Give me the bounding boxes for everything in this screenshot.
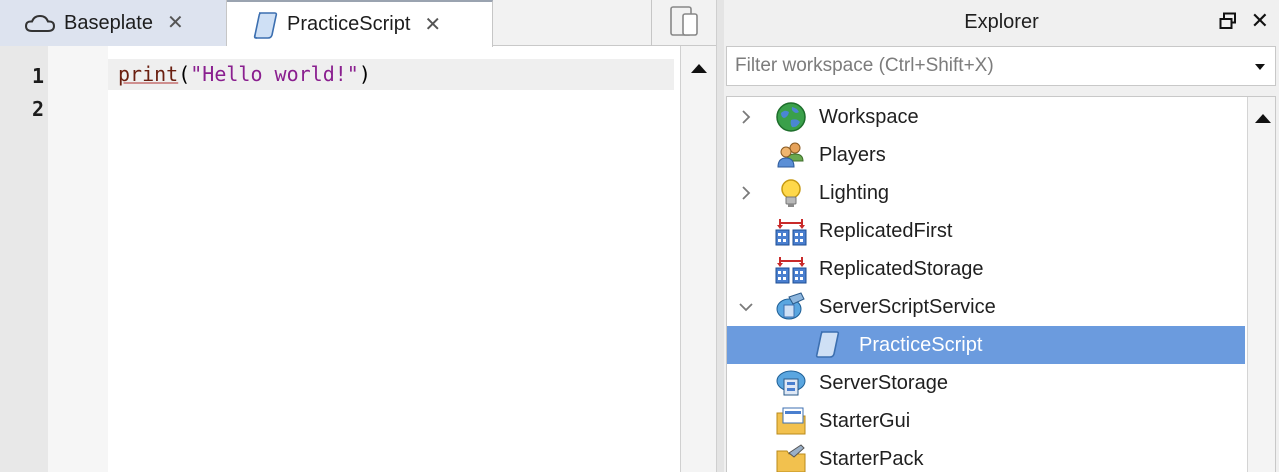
tree-item-startergui[interactable]: StarterGui <box>727 402 1245 440</box>
code-token-paren: ) <box>358 62 371 86</box>
chevron-right-icon[interactable] <box>737 184 755 202</box>
tree-item-lighting[interactable]: Lighting <box>727 174 1245 212</box>
explorer-panel: Explorer ✕ Workspace Players Lighting Repli… <box>724 0 1279 472</box>
explorer-tree: Workspace Players Lighting ReplicatedFirst R… <box>726 96 1276 472</box>
cloud-icon <box>24 12 56 34</box>
tree-item-label: ServerStorage <box>819 372 948 394</box>
tree-item-label: PracticeScript <box>859 334 983 356</box>
code-token-paren: ( <box>178 62 191 86</box>
server-script-icon <box>775 291 807 323</box>
pane-splitter[interactable] <box>716 0 724 472</box>
device-emulator-button[interactable] <box>651 0 716 46</box>
filter-input[interactable] <box>727 54 1237 78</box>
replicated-icon <box>775 215 807 247</box>
line-number-gutter: 1 2 <box>0 46 48 472</box>
close-icon[interactable]: ✕ <box>424 15 441 35</box>
chevron-right-icon[interactable] <box>737 108 755 126</box>
script-icon <box>815 329 847 361</box>
tree-item-workspace[interactable]: Workspace <box>727 98 1245 136</box>
script-editor-pane: Baseplate ✕ PracticeScript ✕ 1 2 print("… <box>0 0 716 472</box>
tab-practicescript[interactable]: PracticeScript ✕ <box>227 0 493 47</box>
code-token-string: "Hello world!" <box>190 62 359 86</box>
tree-item-label: StarterPack <box>819 448 924 470</box>
scroll-up-button[interactable] <box>1248 107 1275 129</box>
line-number: 2 <box>31 97 44 121</box>
device-icon <box>667 4 701 43</box>
explorer-scrollbar[interactable] <box>1247 97 1275 472</box>
tab-baseplate[interactable]: Baseplate ✕ <box>0 0 227 46</box>
tree-item-serverstorage[interactable]: ServerStorage <box>727 364 1245 402</box>
arrow-up-icon <box>1254 113 1271 123</box>
replicated-icon <box>775 253 807 285</box>
code-area[interactable]: print("Hello world!") <box>108 46 680 472</box>
tree-item-label: ReplicatedFirst <box>819 220 953 242</box>
tree-item-serverscriptservice[interactable]: ServerScriptService <box>727 288 1245 326</box>
folder-pack-icon <box>775 443 807 472</box>
tree-item-replicatedstorage[interactable]: ReplicatedStorage <box>727 250 1245 288</box>
server-storage-icon <box>775 367 807 399</box>
tab-label: Baseplate <box>64 11 153 34</box>
tree-item-players[interactable]: Players <box>727 136 1245 174</box>
tree-item-label: Lighting <box>819 182 890 204</box>
tree-item-label: ServerScriptService <box>819 296 996 318</box>
tree-item-practicescript[interactable]: PracticeScript <box>727 326 1245 364</box>
tree-item-label: Players <box>819 144 886 166</box>
tree-item-label: Workspace <box>819 106 919 128</box>
line-number: 1 <box>31 64 44 88</box>
folder-gui-icon <box>775 405 807 437</box>
tree-item-label: StarterGui <box>819 410 911 432</box>
document-tab-bar: Baseplate ✕ PracticeScript ✕ <box>0 0 716 47</box>
close-icon[interactable]: ✕ <box>1251 8 1269 34</box>
close-icon[interactable]: ✕ <box>167 13 184 33</box>
tree-item-replicatedfirst[interactable]: ReplicatedFirst <box>727 212 1245 250</box>
undock-icon[interactable] <box>1219 12 1237 35</box>
code-token-function: print <box>118 62 179 86</box>
tab-label: PracticeScript <box>287 13 411 35</box>
players-icon <box>775 139 807 171</box>
editor-scrollbar[interactable] <box>680 46 716 472</box>
chevron-down-icon[interactable] <box>737 298 755 316</box>
tree-item-label: ReplicatedStorage <box>819 258 984 280</box>
dropdown-arrow-icon[interactable] <box>1255 64 1265 70</box>
code-line[interactable]: print("Hello world!") <box>108 59 674 90</box>
tree-item-starterpack[interactable]: StarterPack <box>727 440 1245 472</box>
panel-title: Explorer <box>964 10 1039 33</box>
arrow-up-icon <box>690 63 707 73</box>
scroll-up-button[interactable] <box>681 54 716 82</box>
filter-workspace-box[interactable] <box>726 46 1276 86</box>
script-icon <box>253 10 279 40</box>
lightbulb-icon <box>775 177 807 209</box>
explorer-header: Explorer ✕ <box>724 0 1279 44</box>
globe-icon <box>775 101 807 133</box>
fold-margin <box>48 46 108 472</box>
